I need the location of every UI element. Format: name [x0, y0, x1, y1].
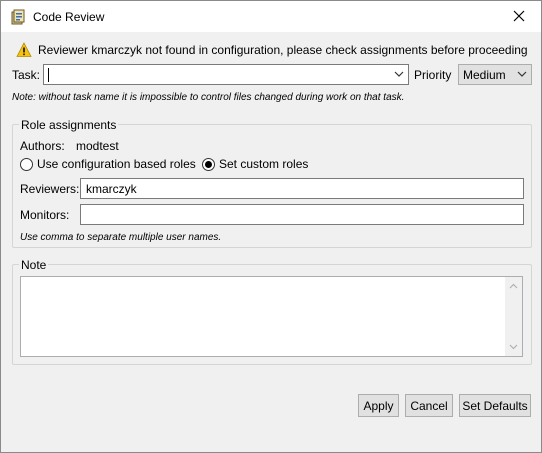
note-scrollbar[interactable]: [505, 277, 522, 356]
chevron-down-icon: [517, 71, 527, 77]
close-button[interactable]: [496, 1, 541, 31]
authors-label: Authors:: [20, 139, 65, 153]
monitors-label: Monitors:: [20, 208, 70, 222]
radio-custom-label: Set custom roles: [219, 157, 309, 171]
radio-button[interactable]: [20, 157, 33, 171]
reviewers-value: kmarczyk: [86, 182, 137, 196]
radio-use-configuration-roles[interactable]: Use configuration based roles: [20, 157, 196, 171]
comma-hint: Use comma to separate multiple user name…: [20, 232, 222, 243]
radio-button-selected[interactable]: [202, 157, 215, 171]
warning-text: Reviewer kmarczyk not found in configura…: [38, 43, 528, 57]
radio-set-custom-roles[interactable]: Set custom roles: [202, 157, 308, 171]
note-title: Note: [19, 258, 49, 272]
apply-button[interactable]: Apply: [358, 394, 399, 417]
priority-value: Medium: [463, 68, 506, 82]
code-review-app-icon: [11, 9, 25, 25]
note-textarea[interactable]: [20, 276, 523, 357]
scroll-up-icon[interactable]: [509, 283, 518, 289]
priority-label: Priority: [414, 68, 452, 82]
task-label: Task:: [12, 68, 41, 82]
task-combobox[interactable]: [43, 64, 409, 85]
window-title: Code Review: [33, 10, 105, 24]
task-note: Note: without task name it is impossible…: [12, 92, 405, 103]
reviewers-field[interactable]: kmarczyk: [80, 178, 524, 199]
cancel-button[interactable]: Cancel: [405, 394, 453, 417]
code-review-dialog: Code Review Reviewer kmarczyk not found …: [0, 0, 542, 453]
warning-icon: [16, 42, 32, 57]
close-icon: [513, 10, 524, 22]
role-assignments-title: Role assignments: [19, 118, 119, 132]
scroll-down-icon[interactable]: [509, 344, 518, 350]
title-bar[interactable]: Code Review: [1, 1, 541, 32]
radio-config-label: Use configuration based roles: [37, 157, 196, 171]
chevron-down-icon[interactable]: [394, 70, 404, 78]
monitors-field[interactable]: [80, 204, 524, 225]
reviewers-label: Reviewers:: [20, 182, 80, 196]
set-defaults-button[interactable]: Set Defaults: [459, 394, 531, 417]
warning-message: Reviewer kmarczyk not found in configura…: [16, 41, 528, 59]
priority-select[interactable]: Medium: [458, 64, 532, 85]
authors-value: modtest: [76, 139, 119, 153]
text-cursor: [48, 68, 49, 82]
